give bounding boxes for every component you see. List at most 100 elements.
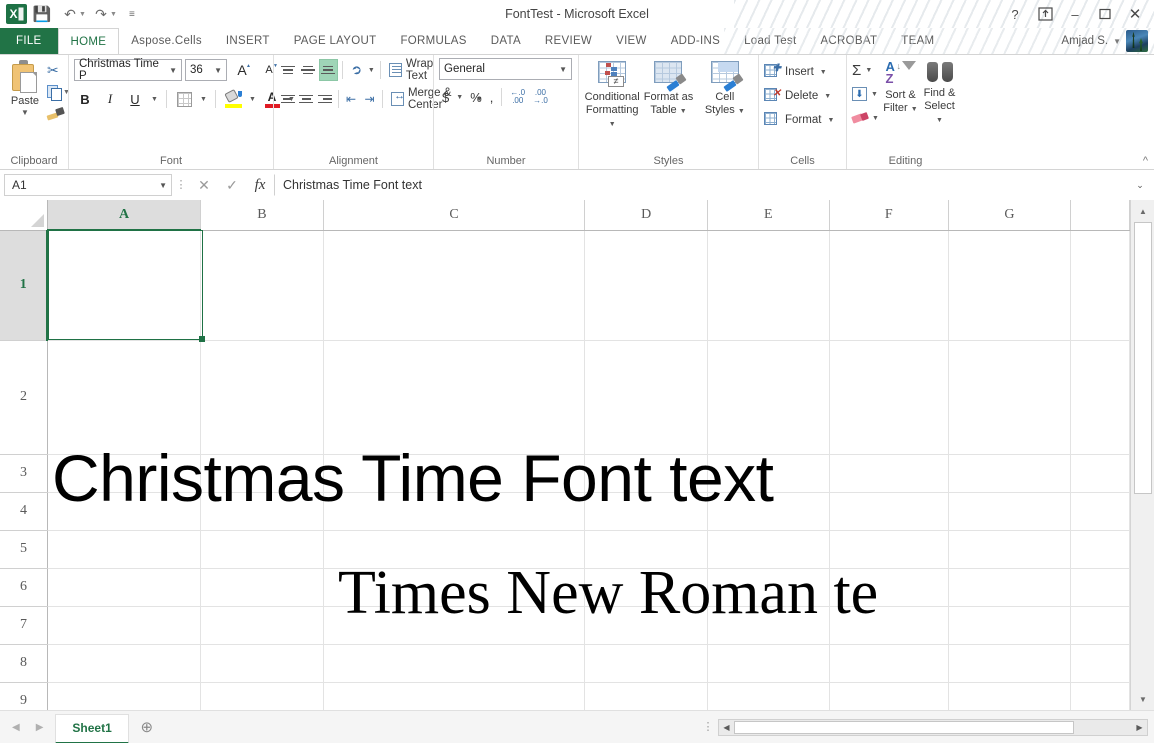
delete-dropdown-caret-icon[interactable]: ▼ — [822, 93, 833, 100]
horizontal-scrollbar-thumb[interactable] — [734, 721, 1074, 734]
cancel-icon[interactable]: ✕ — [190, 174, 218, 196]
cell-a9[interactable] — [47, 682, 200, 710]
cell-c4[interactable] — [323, 492, 585, 530]
cell-f2[interactable] — [829, 340, 949, 454]
vertical-scrollbar[interactable]: ▲ ▼ — [1130, 200, 1154, 710]
cell-c9[interactable] — [323, 682, 585, 710]
format-cells-button[interactable]: Format ▼ — [764, 108, 836, 132]
row-header-5[interactable]: 5 — [0, 530, 47, 568]
column-header-a[interactable]: A — [47, 200, 200, 230]
tab-team[interactable]: TEAM — [889, 28, 946, 54]
cell-g2[interactable] — [949, 340, 1071, 454]
cell-b6[interactable] — [201, 568, 324, 606]
cell-g7[interactable] — [949, 606, 1071, 644]
column-header-g[interactable]: G — [949, 200, 1071, 230]
cell-g9[interactable] — [949, 682, 1071, 710]
cell-d5[interactable] — [585, 530, 708, 568]
paste-dropdown-caret-icon[interactable]: ▼ — [21, 109, 29, 117]
collapse-ribbon-icon[interactable]: ^ — [1143, 155, 1148, 167]
horizontal-scrollbar[interactable]: ◀ ▶ — [718, 719, 1148, 736]
help-icon[interactable]: ? — [1000, 1, 1030, 27]
fill-button[interactable]: ⬇ ▼ — [852, 82, 881, 106]
scroll-down-icon[interactable]: ▼ — [1131, 690, 1154, 708]
cell-c7[interactable] — [323, 606, 585, 644]
middle-align-button[interactable] — [299, 59, 318, 81]
underline-dropdown-caret-icon[interactable]: ▼ — [149, 96, 160, 103]
cut-button[interactable]: ✂ — [47, 60, 70, 81]
scroll-up-icon[interactable]: ▲ — [1131, 202, 1154, 220]
cell-d3[interactable] — [585, 454, 708, 492]
cell-e4[interactable] — [708, 492, 830, 530]
cell-g8[interactable] — [949, 644, 1071, 682]
enter-icon[interactable]: ✓ — [218, 174, 246, 196]
cell-d9[interactable] — [585, 682, 708, 710]
fill-dropdown-caret-icon[interactable]: ▼ — [869, 91, 880, 98]
cell-c8[interactable] — [323, 644, 585, 682]
cell-b3[interactable] — [201, 454, 324, 492]
percent-style-button[interactable]: % — [467, 86, 485, 108]
cell-b9[interactable] — [201, 682, 324, 710]
select-all-corner[interactable] — [0, 200, 47, 230]
cell-styles-dropdown-caret-icon[interactable]: ▼ — [738, 108, 745, 115]
column-header-b[interactable]: B — [201, 200, 324, 230]
cell-g1[interactable] — [949, 230, 1071, 340]
add-sheet-icon[interactable]: ⊕ — [129, 711, 165, 743]
conditional-formatting-button[interactable]: ≠ Conditional Formatting ▼ — [584, 58, 640, 131]
cell-h7[interactable] — [1070, 606, 1129, 644]
minimize-icon[interactable]: – — [1060, 1, 1090, 27]
cell-f3[interactable] — [829, 454, 949, 492]
column-header-partial[interactable] — [1070, 200, 1129, 230]
number-format-select[interactable]: General ▼ — [439, 58, 572, 80]
underline-button[interactable]: U — [124, 88, 146, 110]
sort-and-filter-button[interactable]: AZ↓ Sort & Filter ▼ — [881, 58, 920, 116]
insert-cells-button[interactable]: ✚ Insert ▼ — [764, 60, 829, 84]
format-dropdown-caret-icon[interactable]: ▼ — [825, 117, 836, 124]
cell-f9[interactable] — [829, 682, 949, 710]
sort-filter-dropdown-caret-icon[interactable]: ▼ — [911, 106, 918, 113]
cell-d7[interactable] — [585, 606, 708, 644]
tab-file[interactable]: FILE — [0, 28, 58, 54]
decrease-decimal-button[interactable]: .00→.0 — [530, 86, 551, 108]
cell-styles-button[interactable]: Cell Styles ▼ — [697, 58, 753, 118]
maximize-icon[interactable] — [1090, 1, 1120, 27]
cell-f8[interactable] — [829, 644, 949, 682]
align-center-button[interactable] — [298, 88, 316, 110]
font-size-caret-icon[interactable]: ▼ — [214, 66, 226, 75]
font-name-input[interactable]: Christmas Time P ▼ — [74, 59, 182, 81]
accounting-dropdown-caret-icon[interactable]: ▼ — [454, 94, 465, 101]
autosum-dropdown-caret-icon[interactable]: ▼ — [863, 67, 874, 74]
tab-formulas[interactable]: FORMULAS — [388, 28, 478, 54]
autosum-button[interactable]: Σ ▼ — [852, 58, 881, 82]
bottom-align-button[interactable] — [319, 59, 338, 81]
row-header-6[interactable]: 6 — [0, 568, 47, 606]
column-header-f[interactable]: F — [829, 200, 949, 230]
cell-a4[interactable] — [47, 492, 200, 530]
cell-d1[interactable] — [585, 230, 708, 340]
align-right-button[interactable] — [316, 88, 334, 110]
number-format-caret-icon[interactable]: ▼ — [559, 65, 571, 74]
align-left-button[interactable] — [279, 88, 297, 110]
cell-a8[interactable] — [47, 644, 200, 682]
top-align-button[interactable] — [279, 59, 298, 81]
name-box-caret-icon[interactable]: ▼ — [159, 181, 171, 190]
scroll-left-icon[interactable]: ◀ — [719, 720, 734, 735]
cell-a6[interactable] — [47, 568, 200, 606]
cell-g6[interactable] — [949, 568, 1071, 606]
cell-b7[interactable] — [201, 606, 324, 644]
row-header-1[interactable]: 1 — [0, 230, 47, 340]
cell-h8[interactable] — [1070, 644, 1129, 682]
cell-h2[interactable] — [1070, 340, 1129, 454]
cell-f5[interactable] — [829, 530, 949, 568]
insert-function-icon[interactable]: fx — [246, 174, 274, 196]
cell-f4[interactable] — [829, 492, 949, 530]
scrollbar-resize-handle[interactable]: ⋮ — [698, 722, 718, 732]
sheet-tab-sheet1[interactable]: Sheet1 — [55, 714, 128, 743]
cell-d2[interactable] — [585, 340, 708, 454]
vertical-scrollbar-thumb[interactable] — [1134, 222, 1152, 494]
user-dropdown-caret-icon[interactable]: ▼ — [1113, 37, 1121, 46]
cell-c5[interactable] — [323, 530, 585, 568]
insert-dropdown-caret-icon[interactable]: ▼ — [818, 69, 829, 76]
scroll-right-icon[interactable]: ▶ — [1132, 720, 1147, 735]
cell-e9[interactable] — [708, 682, 830, 710]
formula-input[interactable]: Christmas Time Font text — [274, 174, 1130, 196]
